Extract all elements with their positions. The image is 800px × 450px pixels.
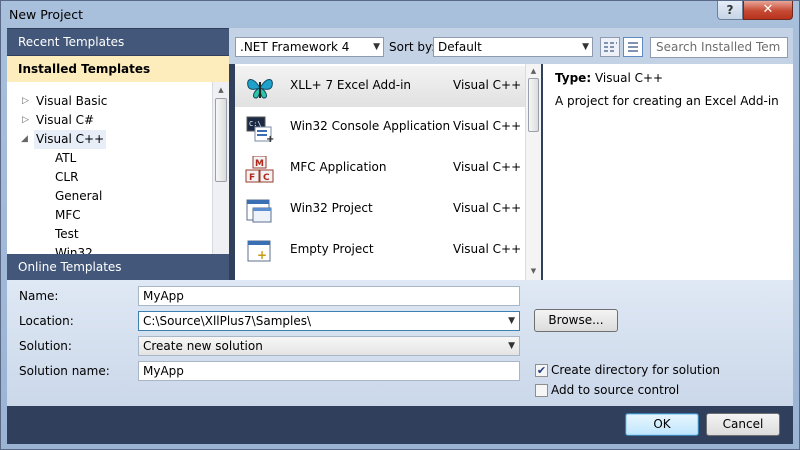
project-list-scroll-thumb[interactable] xyxy=(528,78,539,132)
list-item[interactable]: M F C MFC Application Visual C++ xyxy=(235,148,525,189)
project-template-list: XLL+ 7 Excel Add-in Visual C++ C:\ + Win… xyxy=(235,64,525,280)
location-value: C:\Source\XllPlus7\Samples\ xyxy=(143,314,312,328)
location-combo[interactable]: C:\Source\XllPlus7\Samples\ ▼ xyxy=(138,311,520,331)
dropdown-arrow-icon: ▼ xyxy=(508,341,515,351)
solution-label: Solution: xyxy=(19,339,72,353)
svg-text:+: + xyxy=(266,134,274,143)
solution-dropdown[interactable]: Create new solution ▼ xyxy=(138,336,520,356)
svg-text:+: + xyxy=(257,248,267,262)
solution-name-input[interactable]: MyApp xyxy=(138,361,520,381)
sort-value: Default xyxy=(438,40,482,54)
sort-by-label: Sort by: xyxy=(389,40,436,54)
help-button[interactable]: ? xyxy=(717,1,743,20)
list-item[interactable]: C:\ + Win32 Console Application Visual C… xyxy=(235,107,525,148)
svg-text:F: F xyxy=(249,173,255,183)
tree-item-test[interactable]: Test xyxy=(55,225,79,244)
scroll-up-icon[interactable]: ▲ xyxy=(526,67,541,75)
project-name: MFC Application xyxy=(290,160,387,174)
list-item[interactable] xyxy=(235,271,525,280)
console-app-icon: C:\ + xyxy=(246,116,274,143)
name-input[interactable]: MyApp xyxy=(138,286,520,306)
recent-templates-header[interactable]: Recent Templates xyxy=(7,29,229,55)
close-button[interactable]: ✕ xyxy=(743,1,793,20)
solution-value: Create new solution xyxy=(143,339,263,353)
ok-button[interactable]: OK xyxy=(625,413,699,436)
add-source-control-checkbox[interactable] xyxy=(535,384,548,397)
expand-arrow-icon[interactable]: ▷ xyxy=(22,111,29,130)
location-label: Location: xyxy=(19,314,74,328)
template-tree: ▷ Visual Basic ▷ Visual C# ◢ Visual C++ … xyxy=(7,82,229,280)
create-directory-label[interactable]: Create directory for solution xyxy=(551,363,720,377)
list-item[interactable]: XLL+ 7 Excel Add-in Visual C++ xyxy=(235,66,525,107)
project-language: Visual C++ xyxy=(453,201,522,215)
project-name: XLL+ 7 Excel Add-in xyxy=(290,78,412,92)
tree-item-visual-csharp[interactable]: Visual C# xyxy=(36,111,94,130)
tree-scroll-thumb[interactable] xyxy=(215,98,227,182)
tree-item-visual-cpp[interactable]: Visual C++ xyxy=(34,130,107,149)
project-options-form: Name: MyApp Location: C:\Source\XllPlus7… xyxy=(7,280,793,406)
project-name: Win32 Console Application xyxy=(290,119,451,133)
project-language: Visual C++ xyxy=(453,160,522,174)
sort-dropdown[interactable]: Default ▼ xyxy=(433,37,593,57)
project-list-scrollbar[interactable]: ▲ ▼ xyxy=(525,64,541,280)
installed-templates-header[interactable]: Installed Templates xyxy=(7,56,229,82)
project-language: Visual C++ xyxy=(453,78,522,92)
browse-button[interactable]: Browse... xyxy=(534,309,618,332)
dropdown-arrow-icon: ▼ xyxy=(582,42,589,52)
mfc-icon: M F C xyxy=(245,156,274,183)
project-name: Empty Project xyxy=(290,242,374,256)
tree-item-mfc[interactable]: MFC xyxy=(55,206,81,225)
tree-item-atl[interactable]: ATL xyxy=(55,149,76,168)
name-label: Name: xyxy=(19,289,59,303)
scroll-up-icon[interactable]: ▲ xyxy=(213,86,229,94)
tree-item-general[interactable]: General xyxy=(55,187,102,206)
project-language: Visual C++ xyxy=(453,242,522,256)
online-templates-header[interactable]: Online Templates xyxy=(7,254,229,280)
tree-item-visual-basic[interactable]: Visual Basic xyxy=(36,92,107,111)
description-text: A project for creating an Excel Add-in xyxy=(555,94,779,108)
cancel-button[interactable]: Cancel xyxy=(706,413,780,436)
window-title: New Project xyxy=(9,7,84,22)
empty-project-icon: + xyxy=(247,240,271,262)
project-name: Win32 Project xyxy=(290,201,373,215)
svg-text:C: C xyxy=(263,173,270,183)
dropdown-arrow-icon[interactable]: ▼ xyxy=(508,312,515,330)
solution-name-label: Solution name: xyxy=(19,364,110,378)
dropdown-arrow-icon: ▼ xyxy=(373,42,380,52)
small-icons-view-button[interactable] xyxy=(600,37,620,57)
type-label: Type: xyxy=(555,71,592,85)
tree-scrollbar[interactable]: ▲ ▼ xyxy=(212,82,229,280)
template-pane: Recent Templates Installed Templates ▷ V… xyxy=(7,28,229,280)
tree-item-clr[interactable]: CLR xyxy=(55,168,78,187)
description-pane: Type: Visual C++ A project for creating … xyxy=(543,64,793,280)
framework-dropdown[interactable]: .NET Framework 4 ▼ xyxy=(235,37,384,57)
collapse-arrow-icon[interactable]: ◢ xyxy=(21,130,28,149)
butterfly-icon xyxy=(247,79,273,99)
type-value: Visual C++ xyxy=(594,71,664,85)
svg-text:M: M xyxy=(255,159,264,169)
add-source-control-label[interactable]: Add to source control xyxy=(551,383,679,397)
type-line: Type: Visual C++ xyxy=(555,71,663,85)
create-directory-checkbox[interactable]: ✔ xyxy=(535,364,548,377)
project-language: Visual C++ xyxy=(453,119,522,133)
win32-project-icon xyxy=(246,199,272,223)
expand-arrow-icon[interactable]: ▷ xyxy=(22,92,29,111)
scroll-down-icon[interactable]: ▼ xyxy=(526,267,541,275)
list-view-button[interactable] xyxy=(623,37,643,57)
search-installed-input[interactable]: Search Installed Tem xyxy=(650,37,788,58)
framework-value: .NET Framework 4 xyxy=(240,40,350,54)
list-item[interactable]: + Empty Project Visual C++ xyxy=(235,230,525,271)
list-item[interactable]: Win32 Project Visual C++ xyxy=(235,189,525,230)
